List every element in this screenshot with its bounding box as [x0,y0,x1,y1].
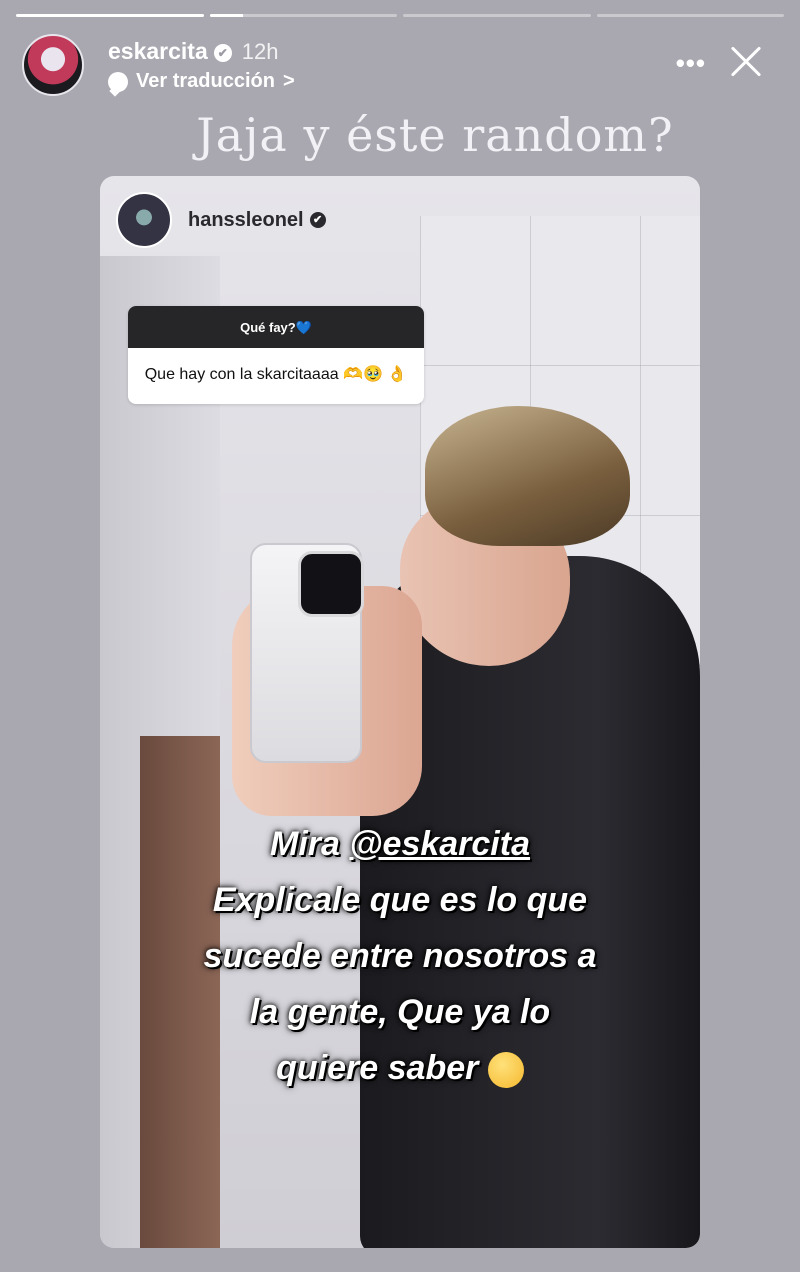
overlay-line-2: Explicale que es lo que [212,881,588,919]
chevron-right-icon: > [282,70,295,92]
shared-story-author[interactable]: hanssleonel ✔ [116,192,326,248]
close-icon[interactable] [724,40,768,84]
relieved-face-emoji-icon [487,1052,524,1089]
overlay-line-4: la gente, Que ya lo [249,993,551,1031]
timestamp: 12h [241,39,279,64]
overlay-prefix: Mira [270,825,350,863]
username-row[interactable]: eskarcita ✔ 12h [108,38,278,65]
verified-icon: ✔ [309,212,326,229]
mention-link[interactable]: @eskarcita [349,825,530,863]
story-progress-bar [16,14,784,17]
hair [425,406,630,546]
translate-link[interactable]: Ver traducción > [108,70,295,93]
shared-author-username[interactable]: hanssleonel [188,209,304,231]
username[interactable]: eskarcita [108,38,208,64]
overlay-line-1: Mira @eskarcita [100,816,700,872]
progress-fill-2 [209,14,244,17]
overlay-line-3: sucede entre nosotros a [203,937,597,975]
progress-segment-4 [596,14,784,17]
question-answer: Que hay con la skarcitaaaa 🫶🥹 👌 [144,366,408,383]
overlay-line-5: quiere saber [100,1040,700,1096]
speech-bubble-icon [108,71,128,92]
story-caption: Jaja y éste random? [196,108,674,162]
progress-segment-2 [209,14,397,17]
question-prompt: Qué fay?💙 [128,306,424,348]
story-header: eskarcita ✔ 12h Ver traducción > ••• [22,32,784,98]
phone [250,543,364,763]
translate-label: Ver traducción [136,70,275,92]
shared-author-avatar[interactable] [116,192,172,248]
question-sticker: Qué fay?💙 Que hay con la skarcitaaaa 🫶🥹 … [128,306,424,405]
overlay-line-5-text: quiere saber [276,1049,479,1087]
overlay-message: Mira @eskarcita Explicale que es lo que … [100,816,700,1096]
progress-segment-1 [16,14,204,17]
more-options-icon[interactable]: ••• [676,48,706,79]
progress-segment-3 [403,14,591,17]
avatar[interactable] [22,34,84,96]
progress-fill-1 [16,14,204,17]
shared-story-card[interactable]: hanssleonel ✔ Qué fay?💙 Que hay con la sk… [100,176,700,1248]
phone-camera [298,551,364,617]
verified-icon: ✔ [213,43,232,62]
